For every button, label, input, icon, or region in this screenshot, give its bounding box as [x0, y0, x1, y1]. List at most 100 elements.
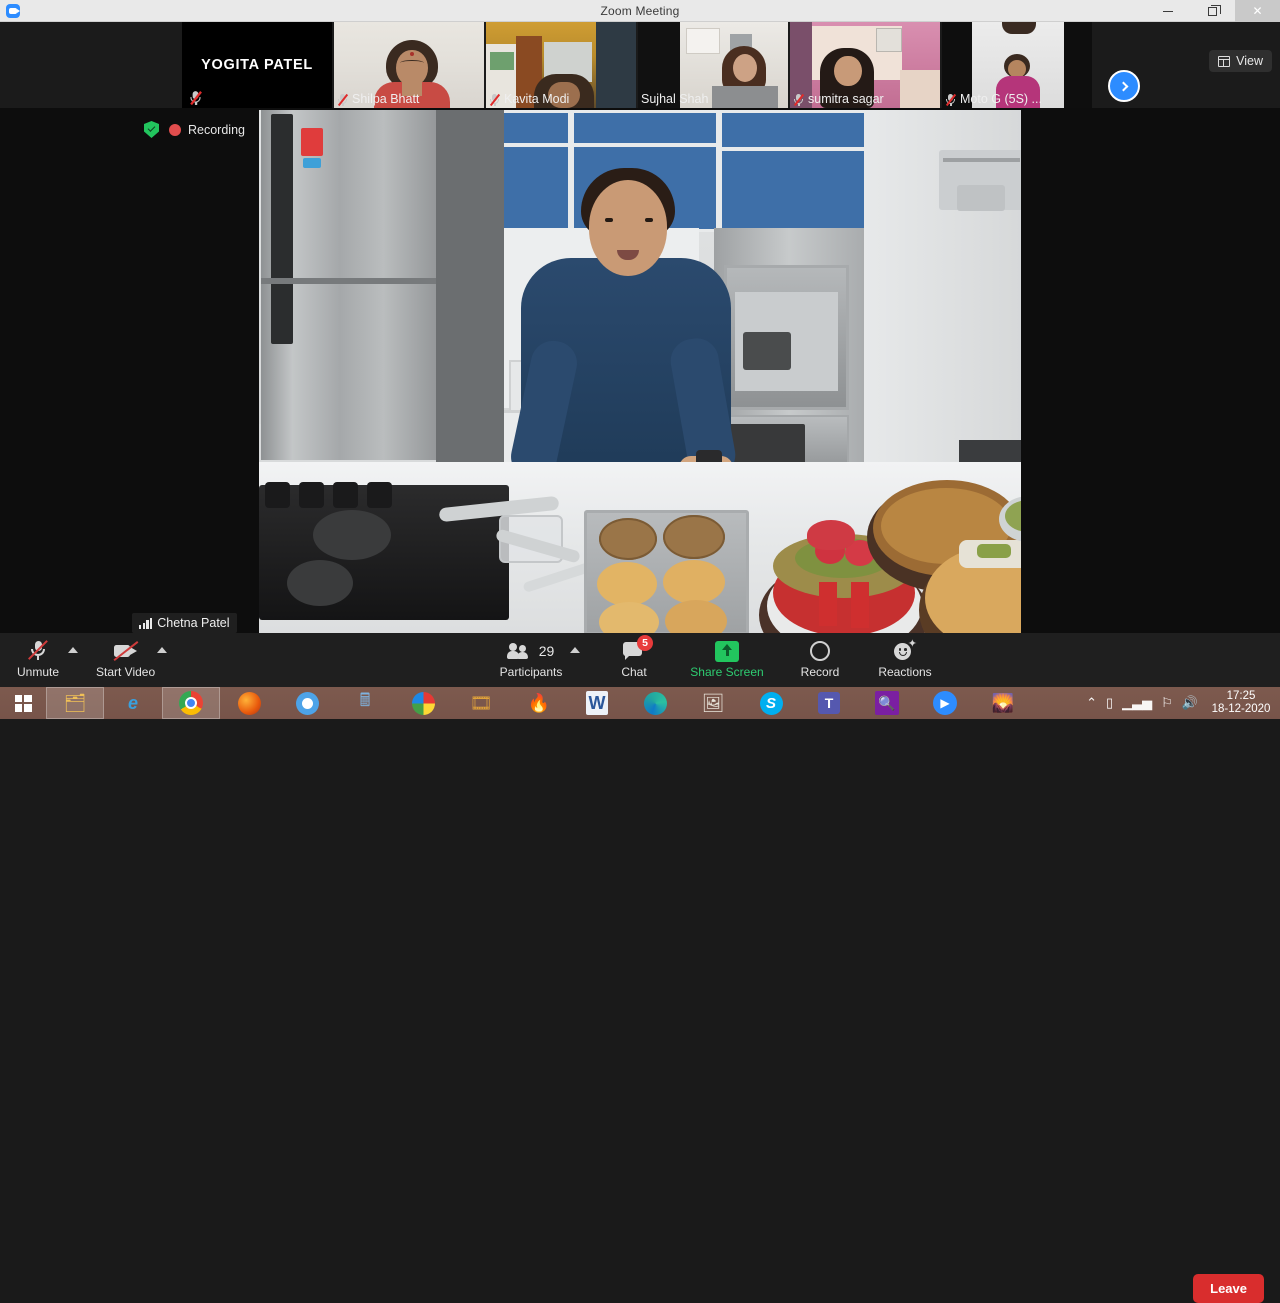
unmute-button[interactable]: Unmute	[10, 633, 66, 679]
recording-dot-icon	[169, 123, 181, 136]
maximize-restore-button[interactable]	[1190, 0, 1235, 22]
chevron-right-icon	[1118, 81, 1128, 91]
thumbnail-label: Shilpa Bhatt	[334, 90, 423, 108]
record-button[interactable]: Record	[792, 633, 848, 679]
firefox-icon[interactable]	[220, 687, 278, 719]
participants-count: 29	[538, 643, 555, 659]
mic-muted-icon	[28, 639, 48, 663]
picasa-icon[interactable]	[394, 687, 452, 719]
mic-muted-icon	[945, 93, 957, 106]
network-flag-icon[interactable]: ⚐	[1161, 695, 1173, 711]
reactions-label: Reactions	[878, 665, 932, 679]
taskbar-clock[interactable]: 17:25 18-12-2020	[1210, 690, 1272, 716]
recording-indicator[interactable]: Recording	[169, 123, 245, 137]
start-video-label: Start Video	[96, 665, 156, 679]
mic-muted-icon	[189, 90, 202, 106]
view-button[interactable]: View	[1209, 50, 1272, 72]
thumbnail-label: Kavita Modi	[486, 90, 573, 108]
participants-options-chevron-icon[interactable]	[570, 647, 580, 653]
thumbnail-label: sumitra sagar	[790, 90, 888, 108]
skype-icon[interactable]: S	[742, 687, 800, 719]
window-titlebar: Zoom Meeting ✕	[0, 0, 1280, 22]
start-video-button[interactable]: Start Video	[96, 633, 155, 679]
audio-options-chevron-icon[interactable]	[68, 647, 78, 653]
burn-tool-icon[interactable]: 🔥	[510, 687, 568, 719]
speaker-icon[interactable]: 🔊	[1182, 695, 1198, 711]
thumbnail-name: Shilpa Bhatt	[352, 92, 420, 106]
clock-date: 18-12-2020	[1211, 703, 1271, 715]
minimize-button[interactable]	[1145, 0, 1190, 22]
share-screen-button[interactable]: Share Screen	[684, 633, 770, 679]
kitchen-scene	[259, 110, 1021, 633]
shared-video-feed[interactable]	[259, 110, 1021, 633]
taskbar-app-list: 🗂 e 🖩 🎞 🔥 W 🖼 S T 🔍 ▶ 🌄	[46, 687, 1032, 719]
thumbnail-name: YOGITA PATEL	[201, 57, 313, 73]
unmute-label: Unmute	[16, 665, 60, 679]
file-explorer-icon[interactable]: 🗂	[46, 687, 104, 719]
battery-icon[interactable]: ▯	[1106, 695, 1113, 711]
thumbnail-self[interactable]: YOGITA PATEL	[182, 22, 334, 108]
window-title: Zoom Meeting	[600, 3, 680, 18]
chevron-up-icon[interactable]: ⌃	[1086, 695, 1097, 711]
chat-button[interactable]: 5 Chat	[606, 633, 662, 679]
window-controls: ✕	[1145, 0, 1280, 22]
shield-check-icon[interactable]	[144, 121, 159, 138]
active-speaker-badge: Chetna Patel	[132, 613, 237, 633]
microsoft-teams-icon[interactable]: T	[800, 687, 858, 719]
participants-button[interactable]: 29 Participants	[494, 633, 568, 679]
camera-off-icon	[113, 640, 139, 662]
participants-label: Participants	[499, 665, 563, 679]
thumbnail-participant[interactable]: Sujhal Shah	[638, 22, 790, 108]
chat-unread-badge: 5	[637, 635, 653, 651]
signal-bars-icon[interactable]: ▁▃▅	[1122, 695, 1152, 711]
mic-muted-icon	[489, 93, 501, 106]
reactions-smiley-icon: ✦	[893, 639, 917, 662]
thumbnail-label: Sujhal Shah	[638, 90, 712, 108]
thumbnail-name: Moto G (5S) ...	[960, 92, 1042, 106]
photo-viewer-icon[interactable]: 🖼	[684, 687, 742, 719]
record-circle-icon	[810, 641, 830, 661]
meeting-toolbar: Unmute Start Video 29 Participants 5 Cha…	[0, 633, 1280, 1303]
internet-explorer-icon[interactable]: e	[104, 687, 162, 719]
photos-icon[interactable]: 🌄	[974, 687, 1032, 719]
audio-level-icon	[139, 617, 153, 629]
close-button[interactable]: ✕	[1235, 0, 1280, 22]
mic-muted-icon	[337, 93, 349, 106]
thumbnail-name: Sujhal Shah	[641, 92, 709, 106]
meeting-status-row: Recording	[144, 121, 245, 138]
thumbnail-label: Moto G (5S) ...	[942, 90, 1046, 108]
thumbnail-name: Kavita Modi	[504, 92, 570, 106]
thumbnail-participant[interactable]: Moto G (5S) ...	[942, 22, 1094, 108]
mic-muted-icon	[793, 93, 805, 106]
windows-taskbar: 🗂 e 🖩 🎞 🔥 W 🖼 S T 🔍 ▶ 🌄 ⌃ ▯ ▁▃▅ ⚐ 🔊 17:2…	[0, 687, 1280, 719]
system-tray: ⌃ ▯ ▁▃▅ ⚐ 🔊 17:25 18-12-2020	[1086, 687, 1280, 719]
chromium-icon[interactable]	[278, 687, 336, 719]
thumbnail-participant[interactable]: sumitra sagar	[790, 22, 942, 108]
search-icon[interactable]: 🔍	[858, 687, 916, 719]
calculator-icon[interactable]: 🖩	[336, 687, 394, 719]
zoom-app-icon[interactable]: ▶	[916, 687, 974, 719]
grid-view-icon	[1218, 55, 1231, 67]
active-speaker-name: Chetna Patel	[157, 616, 230, 630]
media-player-icon[interactable]: 🎞	[452, 687, 510, 719]
windows-start-icon[interactable]	[0, 687, 46, 719]
clock-time: 17:25	[1226, 690, 1256, 702]
recording-label: Recording	[188, 122, 245, 137]
google-chrome-icon[interactable]	[162, 687, 220, 719]
filmstrip-next-button[interactable]	[1108, 70, 1140, 102]
view-button-label: View	[1236, 54, 1263, 68]
chat-label: Chat	[621, 665, 647, 679]
thumbnail-participant[interactable]: Shilpa Bhatt	[334, 22, 486, 108]
microsoft-word-icon[interactable]: W	[568, 687, 626, 719]
reactions-button[interactable]: ✦ Reactions	[870, 633, 940, 680]
record-label: Record	[800, 665, 840, 679]
share-screen-icon	[715, 640, 739, 662]
video-options-chevron-icon[interactable]	[157, 647, 168, 653]
leave-button[interactable]: Leave	[1193, 1274, 1264, 1303]
thumbnail-participant[interactable]: Kavita Modi	[486, 22, 638, 108]
thumbnail-name: sumitra sagar	[808, 92, 884, 106]
share-screen-label: Share Screen	[690, 665, 764, 679]
people-icon	[506, 642, 534, 660]
thumbnail-list: YOGITA PATEL Shilpa Bhatt Kavita Modi Su…	[182, 22, 1094, 108]
microsoft-edge-icon[interactable]	[626, 687, 684, 719]
